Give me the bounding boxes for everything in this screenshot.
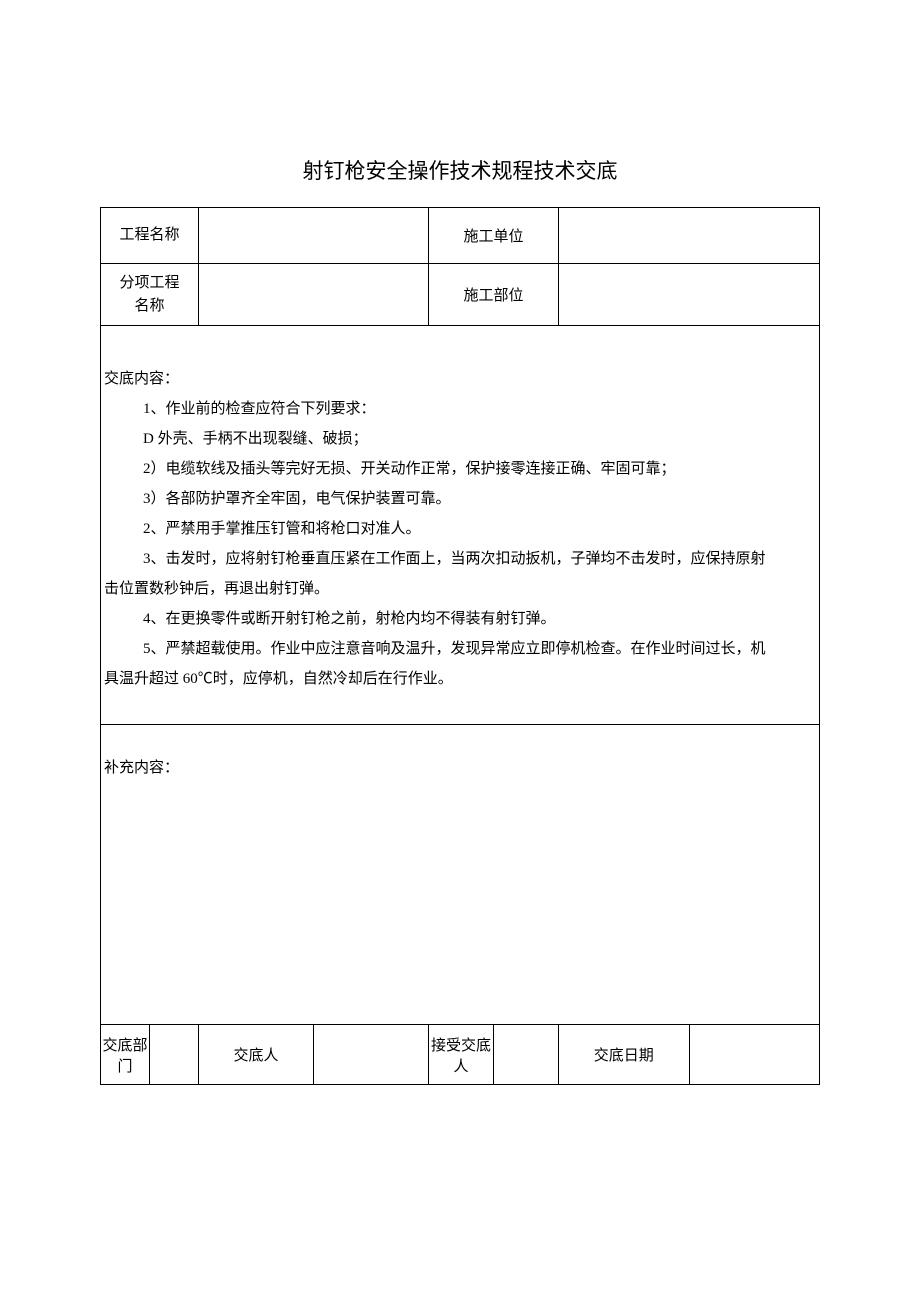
content-item-1-sub1: D 外壳、手柄不出现裂缝、破损；: [104, 424, 816, 454]
sub-project-label-line2: 名称: [134, 298, 164, 314]
supplement-content-cell: 补充内容：: [101, 725, 820, 1025]
construction-part-label: 施工部位: [429, 264, 559, 326]
sub-project-value: [199, 264, 429, 326]
project-name-label: 工程名称: [101, 208, 199, 264]
project-name-value: [199, 208, 429, 264]
disclosure-dept-label: 交底部门: [101, 1025, 150, 1085]
content-item-5-line2: 具温升超过 60℃时，应停机，自然冷却后在行作业。: [104, 664, 816, 694]
receiver-label: 接受交底人: [429, 1025, 494, 1085]
content-item-5-line1: 5、严禁超载使用。作业中应注意音响及温升，发现异常应立即停机检查。在作业时间过长…: [104, 634, 816, 664]
disclosure-date-label: 交底日期: [559, 1025, 690, 1085]
content-row: 交底内容： 1、作业前的检查应符合下列要求： D 外壳、手柄不出现裂缝、破损； …: [101, 326, 820, 725]
construction-unit-value: [559, 208, 820, 264]
supplement-heading: 补充内容：: [104, 753, 816, 783]
content-item-1: 1、作业前的检查应符合下列要求：: [104, 394, 816, 424]
content-heading: 交底内容：: [104, 364, 816, 394]
content-item-4: 4、在更换零件或断开射钉枪之前，射枪内均不得装有射钉弹。: [104, 604, 816, 634]
construction-part-value: [559, 264, 820, 326]
disclosure-content-cell: 交底内容： 1、作业前的检查应符合下列要求： D 外壳、手柄不出现裂缝、破损； …: [101, 326, 820, 725]
disclosure-person-value: [314, 1025, 429, 1085]
content-item-1-sub2: 2）电缆软线及插头等完好无损、开关动作正常，保护接零连接正确、牢固可靠；: [104, 454, 816, 484]
header-row-2: 分项工程 名称 施工部位: [101, 264, 820, 326]
disclosure-person-label: 交底人: [199, 1025, 314, 1085]
construction-unit-label: 施工单位: [429, 208, 559, 264]
sub-project-label: 分项工程 名称: [101, 264, 199, 326]
document-title: 射钉枪安全操作技术规程技术交底: [100, 155, 820, 185]
disclosure-table: 工程名称 施工单位 分项工程 名称 施工部位 交底内容： 1、作业前的检查应符合…: [100, 207, 820, 1085]
supplement-row: 补充内容：: [101, 725, 820, 1025]
header-row-1: 工程名称 施工单位: [101, 208, 820, 264]
content-item-1-sub3: 3）各部防护罩齐全牢固，电气保护装置可靠。: [104, 484, 816, 514]
content-item-3-line2: 击位置数秒钟后，再退出射钉弹。: [104, 574, 816, 604]
footer-row: 交底部门 交底人 接受交底人 交底日期: [101, 1025, 820, 1085]
content-item-2: 2、严禁用手掌推压钉管和将枪口对准人。: [104, 514, 816, 544]
content-item-3-line1: 3、击发时，应将射钉枪垂直压紧在工作面上，当两次扣动扳机，子弹均不击发时，应保持…: [104, 544, 816, 574]
sub-project-label-line1: 分项工程: [119, 275, 179, 291]
disclosure-date-value: [689, 1025, 820, 1085]
disclosure-dept-value: [150, 1025, 199, 1085]
receiver-value: [494, 1025, 559, 1085]
